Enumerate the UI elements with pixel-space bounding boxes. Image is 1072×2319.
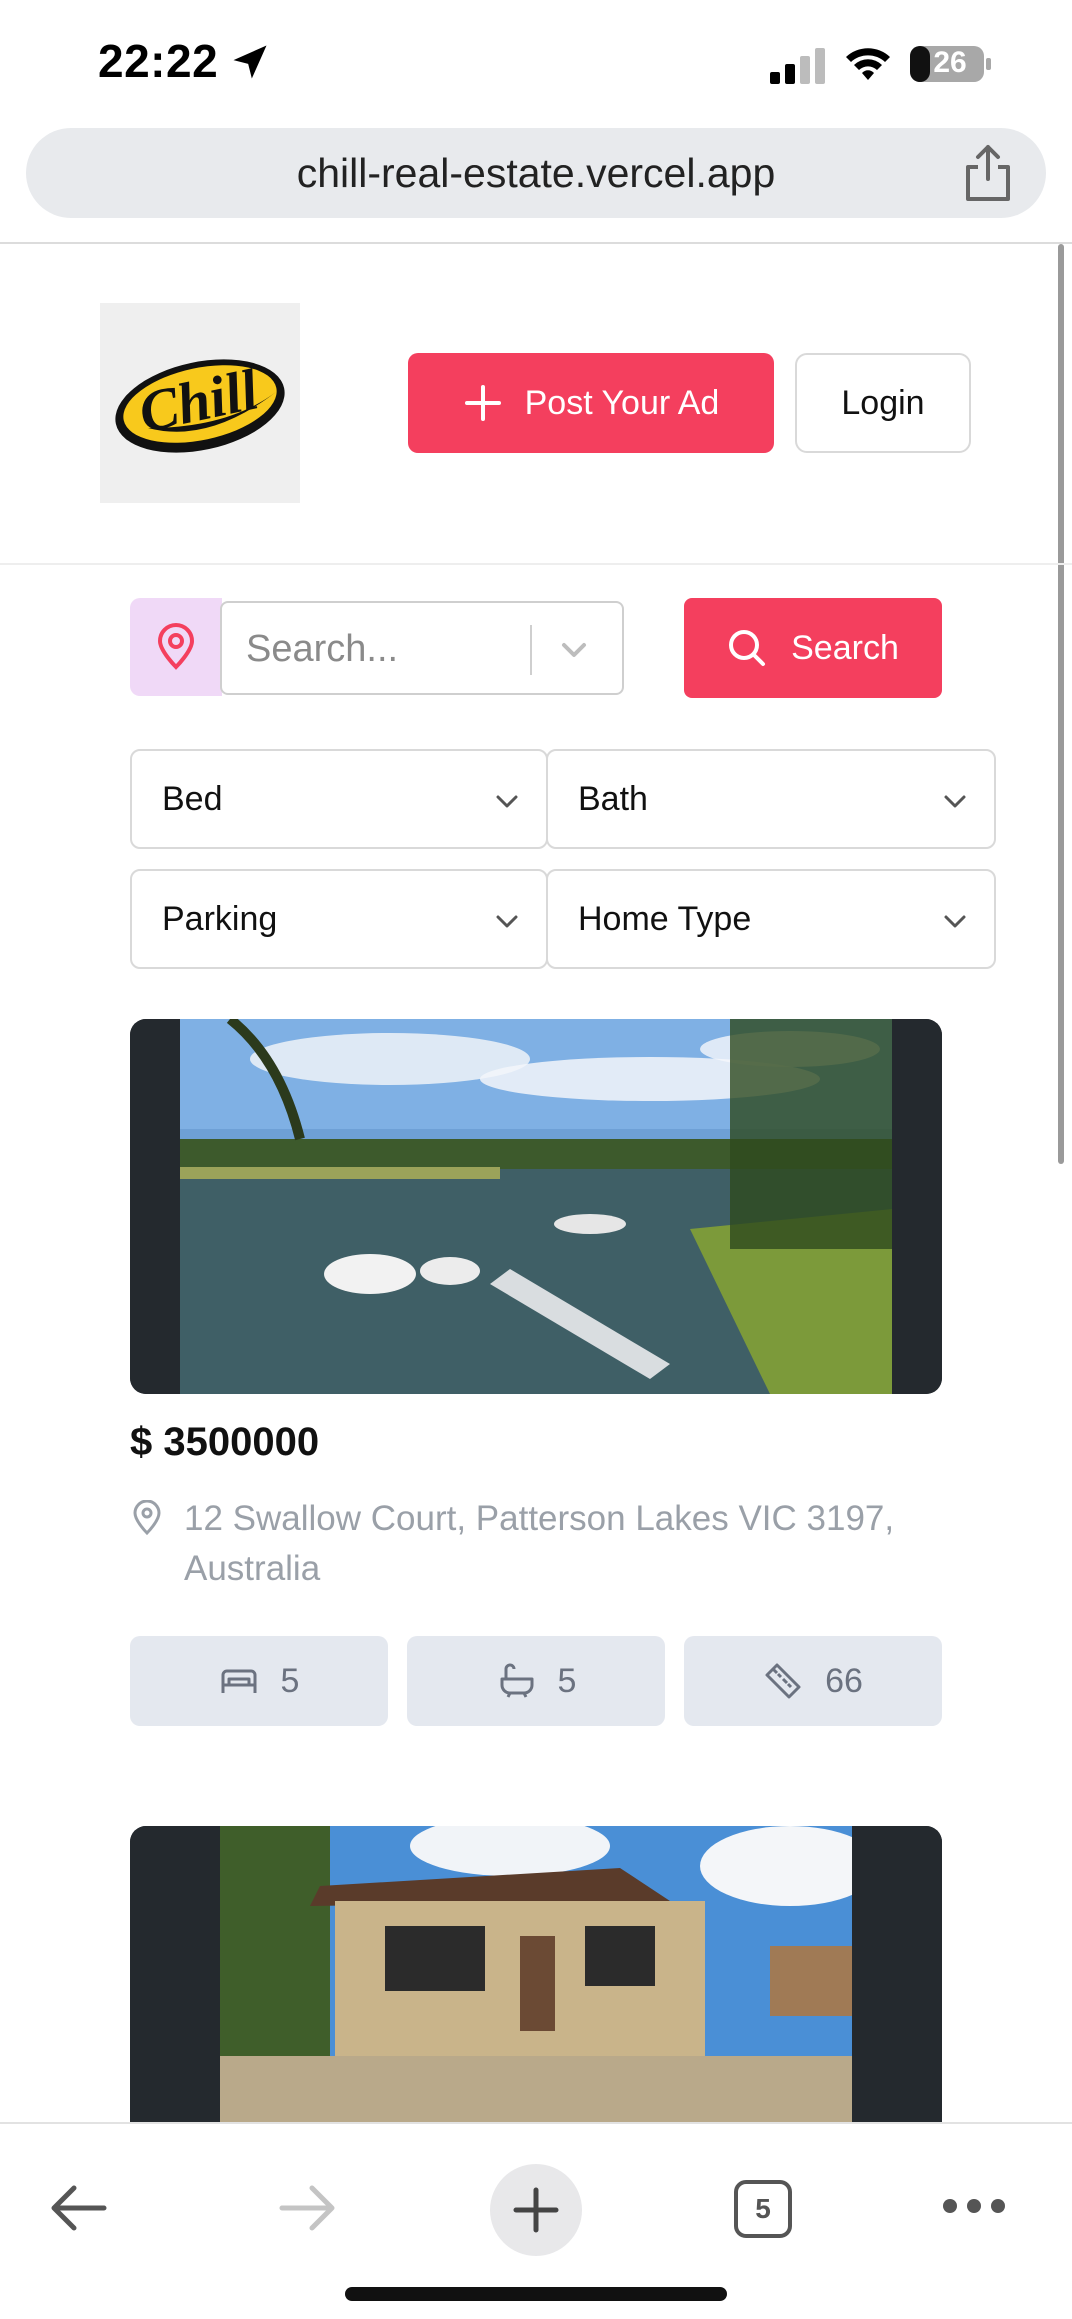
- ruler-icon: [765, 1663, 801, 1699]
- bed-icon: [221, 1669, 257, 1693]
- area-value: 66: [825, 1661, 863, 1700]
- url-bar[interactable]: chill-real-estate.vercel.app: [26, 128, 1046, 218]
- chevron-down-icon: [944, 795, 966, 808]
- search-input[interactable]: [246, 617, 526, 681]
- chevron-down-icon[interactable]: [554, 633, 594, 669]
- select-separator: [530, 625, 532, 675]
- bed-filter-label: Bed: [162, 779, 223, 818]
- waterfront-photo: [130, 1019, 942, 1394]
- listing-price: $ 3500000: [130, 1420, 320, 1464]
- post-ad-label: Post Your Ad: [524, 383, 720, 422]
- tabs-button[interactable]: 5: [734, 2180, 792, 2238]
- share-icon[interactable]: [960, 143, 1016, 203]
- chevron-down-icon: [496, 915, 518, 928]
- wifi-icon: [846, 48, 890, 80]
- home-indicator[interactable]: [345, 2287, 727, 2301]
- battery-level: 26: [933, 46, 967, 79]
- parking-filter-label: Parking: [162, 899, 278, 938]
- cellular-signal-icon: [770, 48, 825, 84]
- beds-count: 5: [280, 1661, 300, 1700]
- location-search-select[interactable]: [220, 601, 624, 695]
- baths-chip: 5: [407, 1636, 665, 1726]
- chill-logo-icon: Chill: [115, 356, 285, 453]
- new-tab-button[interactable]: [490, 2164, 582, 2256]
- baths-count: 5: [557, 1661, 577, 1700]
- listing-address: 12 Swallow Court, Patterson Lakes VIC 31…: [184, 1499, 895, 1588]
- more-options-icon[interactable]: [942, 2194, 1006, 2218]
- location-arrow-icon: [233, 45, 267, 79]
- tabs-count: 5: [755, 2193, 771, 2224]
- beds-chip: 5: [130, 1636, 388, 1726]
- listing-image[interactable]: [130, 1826, 942, 2126]
- search-icon: [729, 630, 766, 666]
- back-arrow-icon[interactable]: [48, 2180, 110, 2236]
- bath-filter-label: Bath: [578, 779, 648, 818]
- site-logo[interactable]: Chill: [100, 303, 300, 503]
- plus-icon: [464, 385, 501, 421]
- map-pin-icon: [157, 623, 195, 670]
- home-type-filter-select[interactable]: Home Type: [546, 869, 996, 969]
- browser-divider: [0, 242, 1072, 244]
- search-button-label: Search: [791, 628, 899, 667]
- chevron-down-icon: [496, 795, 518, 808]
- parking-filter-select[interactable]: Parking: [130, 869, 548, 969]
- listing-image[interactable]: [130, 1019, 942, 1394]
- chevron-down-icon: [944, 915, 966, 928]
- search-button[interactable]: Search: [684, 598, 942, 698]
- bed-filter-select[interactable]: Bed: [130, 749, 548, 849]
- map-pin-icon: [133, 1500, 161, 1536]
- post-ad-button[interactable]: Post Your Ad: [408, 353, 774, 453]
- house-photo: [130, 1826, 942, 2126]
- bath-icon: [500, 1663, 534, 1698]
- area-chip: 66: [684, 1636, 942, 1726]
- plus-icon: [513, 2187, 559, 2233]
- status-time: 22:22: [98, 35, 219, 87]
- status-bar: 22:22 26: [0, 0, 1072, 120]
- location-pin-box: [130, 598, 222, 696]
- page-scrollbar[interactable]: [1058, 244, 1064, 1164]
- forward-arrow-icon[interactable]: [276, 2180, 338, 2236]
- url-text: chill-real-estate.vercel.app: [296, 150, 776, 196]
- login-label: Login: [841, 383, 925, 422]
- header-divider: [0, 563, 1072, 565]
- home-type-filter-label: Home Type: [578, 899, 752, 938]
- login-button[interactable]: Login: [795, 353, 971, 453]
- bath-filter-select[interactable]: Bath: [546, 749, 996, 849]
